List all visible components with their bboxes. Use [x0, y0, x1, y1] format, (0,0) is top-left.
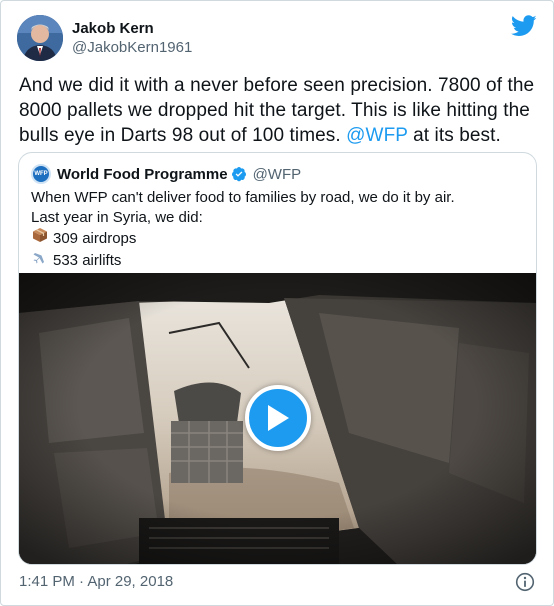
tweet-card: Jakob Kern @JakobKern1961 And we did it … — [0, 0, 554, 606]
quoted-line-1: When WFP can't deliver food to families … — [31, 189, 455, 206]
tweet-timestamp[interactable]: 1:41 PM · Apr 29, 2018 — [19, 573, 173, 590]
info-icon[interactable] — [515, 572, 535, 592]
airlifts-count: 533 airlifts — [53, 251, 122, 269]
quoted-line-3: 309 airdrops — [31, 227, 526, 249]
airdrops-count: 309 airdrops — [53, 230, 137, 247]
quoted-tweet-text: When WFP can't deliver food to families … — [31, 188, 526, 270]
quoted-line-4: 533 airlifts — [31, 249, 526, 271]
author-avatar[interactable] — [17, 15, 63, 61]
video-thumbnail[interactable] — [19, 273, 536, 564]
airplane-icon — [31, 249, 49, 271]
author-display-name[interactable]: Jakob Kern — [72, 19, 192, 38]
play-icon — [268, 405, 289, 431]
author-handle[interactable]: @JakobKern1961 — [72, 38, 192, 57]
twitter-bird-icon[interactable] — [511, 15, 537, 37]
tweet-text-end: at its best. — [407, 125, 501, 146]
mention-link[interactable]: @WFP — [346, 125, 408, 146]
quoted-handle[interactable]: @WFP — [253, 166, 302, 183]
quoted-tweet-header: WFP World Food Programme @WFP — [31, 163, 301, 185]
quoted-avatar[interactable]: WFP — [31, 164, 51, 184]
tweet-body: And we did it with a never before seen p… — [19, 73, 539, 148]
author-names: Jakob Kern @JakobKern1961 — [72, 19, 192, 57]
play-button[interactable] — [245, 385, 311, 451]
quoted-line-2: Last year in Syria, we did: — [31, 208, 203, 226]
quoted-display-name[interactable]: World Food Programme — [57, 166, 228, 183]
tweet-header: Jakob Kern @JakobKern1961 — [17, 13, 537, 63]
package-icon — [31, 227, 49, 249]
quoted-tweet[interactable]: WFP World Food Programme @WFP When WFP c… — [18, 152, 537, 565]
verified-badge-icon — [231, 167, 246, 182]
